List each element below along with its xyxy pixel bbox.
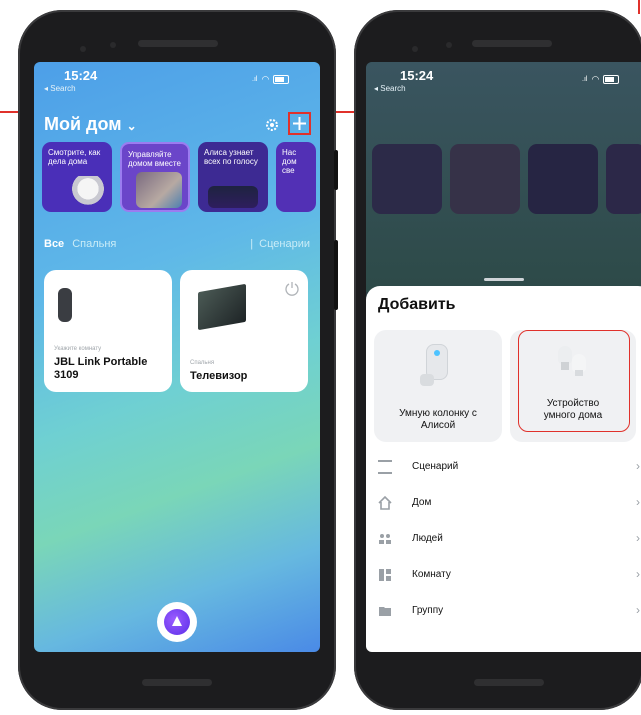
device-name: Телевизор xyxy=(190,370,248,382)
sheet-grabber[interactable] xyxy=(484,278,524,281)
dimmed-story-row xyxy=(372,144,641,214)
smart-bulb-icon xyxy=(554,344,594,388)
menu-item-room[interactable]: Комнату › xyxy=(378,558,640,594)
menu-item-scenario[interactable]: Сценарий › xyxy=(378,450,640,486)
menu-item-group[interactable]: Группу › xyxy=(378,594,640,630)
story-card[interactable]: Смотрите, как дела дома xyxy=(42,142,112,212)
side-button xyxy=(334,150,338,190)
signal-icon: .ıl xyxy=(252,76,258,83)
alice-button[interactable] xyxy=(157,602,197,642)
earpiece xyxy=(138,40,218,47)
status-time: 15:24 xyxy=(400,68,434,83)
sheet-title: Добавить xyxy=(378,296,456,313)
folder-icon xyxy=(379,607,391,616)
camera-image xyxy=(70,176,106,208)
plus-icon xyxy=(293,117,306,130)
chevron-right-icon: › xyxy=(636,459,640,473)
device-name: JBL Link Portable 3109 xyxy=(54,356,148,381)
phone-in-hand-image xyxy=(136,172,182,208)
status-icons: .ıl ◠ xyxy=(252,74,290,85)
home-title-text: Мой дом xyxy=(44,114,122,134)
side-button xyxy=(334,240,338,310)
device-card-speaker[interactable]: Укажите комнату JBL Link Portable 3109 xyxy=(44,270,172,392)
speaker-icon xyxy=(58,288,72,322)
sensor xyxy=(110,42,116,48)
tile-label: Устройство умного дома xyxy=(543,398,603,421)
left-phone: 15:24 ◂ Search .ıl ◠ Мой дом ⌄ Смотрите,… xyxy=(18,10,338,710)
menu-item-label: Группу xyxy=(412,605,444,616)
status-icons: .ıl ◠ xyxy=(582,74,620,85)
tv-icon xyxy=(198,283,246,331)
device-card-tv[interactable]: Спальня Телевизор xyxy=(180,270,308,392)
battery-icon xyxy=(603,75,620,84)
chevron-right-icon: › xyxy=(636,567,640,581)
filter-all[interactable]: Все xyxy=(44,238,64,250)
alice-triangle xyxy=(172,616,182,626)
home-title[interactable]: Мой дом ⌄ xyxy=(44,114,137,135)
chevron-right-icon: › xyxy=(636,495,640,509)
add-sheet: Добавить Умную колонку с Алисой Устройст xyxy=(366,278,641,652)
add-speaker-tile[interactable]: Умную колонку с Алисой xyxy=(374,330,502,442)
earpiece xyxy=(472,40,552,47)
story-card[interactable]: Управляйте домом вместе xyxy=(120,142,190,212)
device-room: Укажите комнату xyxy=(54,346,102,352)
filter-divider: | xyxy=(250,238,254,250)
menu-item-people[interactable]: Людей › xyxy=(378,522,640,558)
device-room: Спальня xyxy=(190,360,215,366)
status-back-search[interactable]: ◂ Search xyxy=(44,84,76,93)
camera xyxy=(80,46,86,52)
filter-scenarios[interactable]: Сценарии xyxy=(259,238,310,250)
chevron-right-icon: › xyxy=(636,603,640,617)
left-screen: 15:24 ◂ Search .ıl ◠ Мой дом ⌄ Смотрите,… xyxy=(34,62,320,652)
story-card[interactable]: Алиса узнает всех по голосу xyxy=(198,142,268,212)
tile-label: Умную колонку с Алисой xyxy=(399,408,477,431)
chevron-down-icon: ⌄ xyxy=(126,119,137,133)
room-icon xyxy=(379,569,391,581)
add-device-tile[interactable]: Устройство умного дома xyxy=(510,330,636,442)
battery-icon xyxy=(273,75,290,84)
story-text: Нас дом све xyxy=(282,148,297,175)
right-phone: 15:24 ◂ Search .ıl ◠ Добавить Умную коло… xyxy=(354,10,641,710)
wifi-icon: ◠ xyxy=(261,74,270,84)
room-filters: Все Спальня | Сценарии xyxy=(44,238,310,250)
speaker-grille xyxy=(474,679,544,686)
menu-item-label: Дом xyxy=(412,497,432,508)
story-text: Алиса узнает всех по голосу xyxy=(204,148,258,166)
chevron-right-icon: › xyxy=(636,531,640,545)
speaker-grille xyxy=(142,679,212,686)
status-time: 15:24 xyxy=(64,68,98,83)
gear-icon xyxy=(266,119,278,131)
story-text: Управляйте домом вместе xyxy=(128,150,181,168)
add-button[interactable] xyxy=(288,112,311,135)
menu-item-label: Комнату xyxy=(412,569,451,580)
menu-item-label: Людей xyxy=(412,533,443,544)
power-icon[interactable] xyxy=(284,280,300,296)
sensor xyxy=(446,42,452,48)
right-screen: 15:24 ◂ Search .ıl ◠ Добавить Умную коло… xyxy=(366,62,641,652)
people-icon xyxy=(379,534,391,544)
status-back-search[interactable]: ◂ Search xyxy=(374,84,406,93)
filter-bedroom[interactable]: Спальня xyxy=(72,238,116,250)
menu-item-label: Сценарий xyxy=(412,461,459,472)
camera xyxy=(412,46,418,52)
tv-image xyxy=(208,186,258,208)
house-icon xyxy=(378,496,392,510)
smart-speaker-icon xyxy=(420,344,454,388)
menu-item-house[interactable]: Дом › xyxy=(378,486,640,522)
callout-line-top-right xyxy=(638,0,640,14)
signal-icon: .ıl xyxy=(582,76,588,83)
story-card[interactable]: Нас дом све xyxy=(276,142,316,212)
wifi-icon: ◠ xyxy=(591,74,600,84)
story-text: Смотрите, как дела дома xyxy=(48,148,101,166)
scenario-icon xyxy=(378,460,392,474)
settings-button[interactable] xyxy=(263,116,281,134)
stories-row: Смотрите, как дела дома Управляйте домом… xyxy=(42,142,316,212)
